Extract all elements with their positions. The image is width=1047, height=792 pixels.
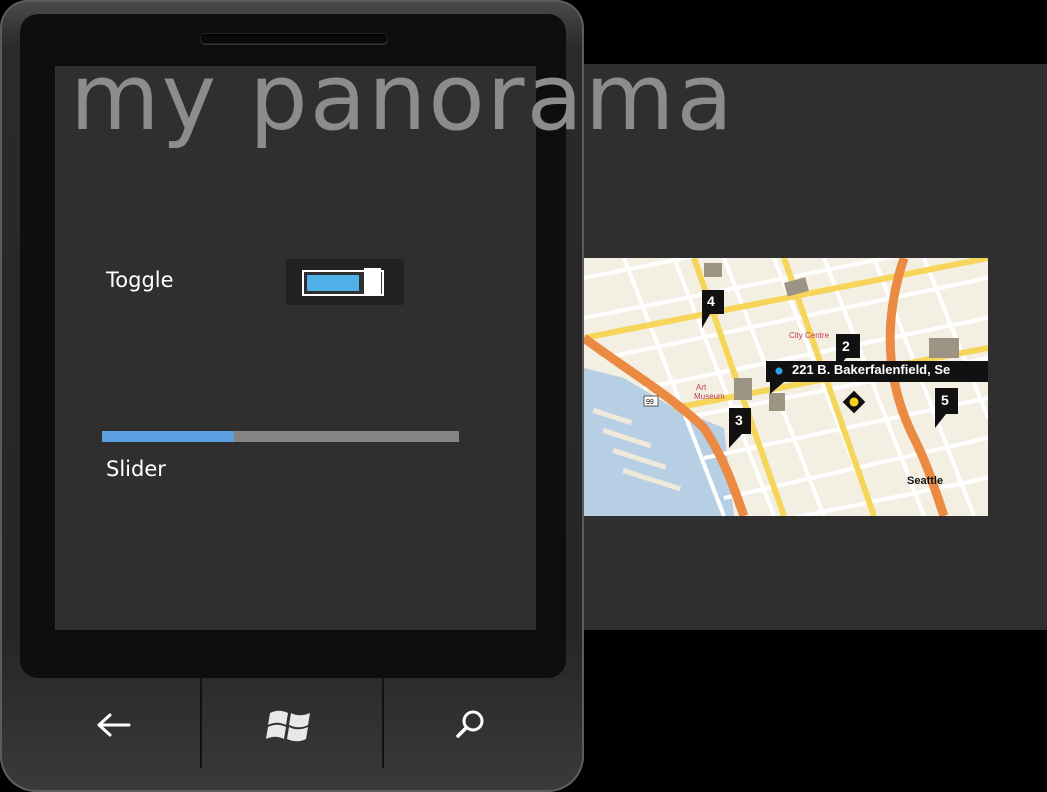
slider-fill (102, 431, 234, 442)
phone-speaker (200, 33, 388, 44)
poi-art-museum: Art (696, 383, 707, 392)
start-button[interactable] (216, 690, 366, 760)
poi-city-centre: City Centre (789, 331, 830, 340)
map-pin-4[interactable]: 4 (702, 290, 724, 328)
route-99-label: 99 (646, 399, 654, 406)
map-pin-5[interactable]: 5 (935, 388, 958, 428)
back-button[interactable] (40, 690, 190, 760)
city-label-seattle: Seattle (907, 475, 943, 487)
toggle-label: Toggle (106, 268, 174, 292)
map-pin-3[interactable]: 3 (729, 408, 751, 448)
search-icon (456, 710, 484, 738)
svg-text:2: 2 (842, 338, 850, 354)
map-canvas: Art Museum City Centre 99 Seattle 4 2 3 … (584, 258, 988, 516)
poi-art-museum-2: Museum (694, 392, 725, 401)
svg-text:3: 3 (735, 412, 743, 428)
location-dot-icon (775, 367, 783, 375)
map-view[interactable]: Art Museum City Centre 99 Seattle 4 2 3 … (584, 258, 988, 516)
svg-text:4: 4 (707, 293, 715, 309)
search-button[interactable] (396, 690, 546, 760)
toggle-thumb[interactable] (364, 268, 381, 294)
windows-logo-icon (266, 710, 310, 742)
hw-separator (382, 678, 384, 768)
panorama-title: my panorama (70, 44, 735, 151)
address-popup-text: 221 B. Bakerfalenfield, Se (792, 362, 951, 377)
current-location-marker[interactable] (842, 390, 866, 414)
back-arrow-icon (97, 713, 131, 737)
svg-text:5: 5 (941, 392, 949, 408)
toggle-fill (307, 275, 359, 291)
slider-label: Slider (106, 457, 166, 481)
hw-separator (200, 678, 202, 768)
